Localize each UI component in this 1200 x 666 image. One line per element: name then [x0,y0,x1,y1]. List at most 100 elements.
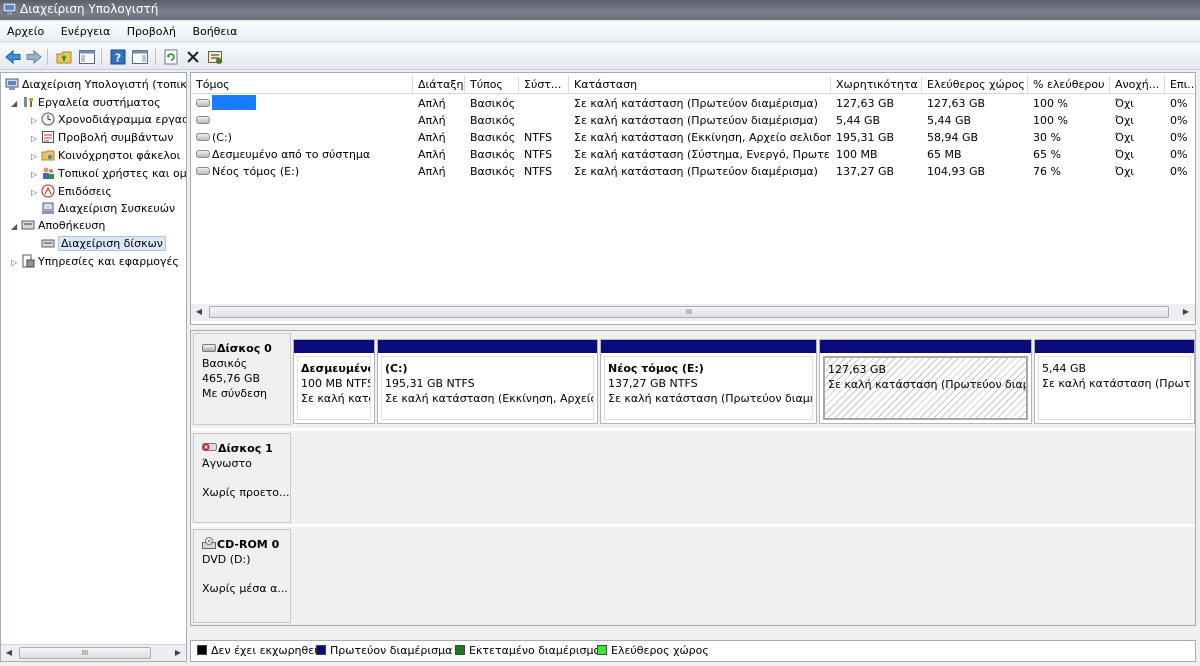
partition-block[interactable]: 5,44 GB Σε καλή κατάσταση (Πρωτε [1034,339,1195,424]
percent-free-cell: 76 % [1033,165,1061,178]
volume-horizontal-scrollbar[interactable]: ◀ III ▶ [191,304,1195,321]
disk-label[interactable]: CD-ROM 0 DVD (D:) Χωρίς μέσα α... [193,529,291,623]
help-icon[interactable]: ? [109,48,127,66]
expand-arrow-icon[interactable]: ▷ [31,112,41,130]
tree-item-event-viewer[interactable]: ▷ Προβολή συμβάντων [31,129,173,147]
scroll-right-icon[interactable]: ▶ [1181,307,1191,317]
menu-view[interactable]: Προβολή [120,22,182,38]
column-header-filesystem[interactable]: Σύστ... [519,76,569,94]
volume-name-cell: Νέος τόμος (E:) [191,163,413,180]
show-hide-tree-icon[interactable] [78,48,96,66]
device-manager-icon [42,202,54,214]
menu-action[interactable]: Ενέργεια [54,22,116,38]
partition-size: 127,63 GB [828,363,887,376]
expand-arrow-icon[interactable]: ▷ [31,184,41,202]
partition-size: 137,27 GB NTFS [608,377,698,390]
capacity-cell: 127,63 GB [836,97,895,110]
column-header-type[interactable]: Τύπος [465,76,519,94]
type-cell: Βασικός [470,131,516,144]
menu-file[interactable]: Αρχείο [0,22,50,38]
partition-type-bar [378,340,597,353]
show-hide-action-pane-icon[interactable] [131,48,149,66]
tree-item-shared-folders[interactable]: ▷ Κοινόχρηστοι φάκελοι [31,147,180,165]
tree-item-label: Τοπικοί χρήστες και ομ [58,167,187,180]
column-header-free-space[interactable]: Ελεύθερος χώρος [922,76,1028,94]
tree-item-performance[interactable]: ▷ Επιδόσεις [31,183,112,201]
column-header-capacity[interactable]: Χωρητικότητα [831,76,922,94]
tree-item-storage[interactable]: ◢ Αποθήκευση [11,217,105,235]
tree-item-system-tools[interactable]: ◢ Εργαλεία συστήματος [11,94,161,112]
fault-tolerance-cell: Όχι [1115,165,1135,178]
up-folder-icon[interactable] [55,48,73,66]
properties-icon[interactable] [206,48,224,66]
filesystem-cell: NTFS [524,148,553,161]
tree-item-computer-management[interactable]: Διαχείριση Υπολογιστή (τοπικ [5,76,186,94]
delete-icon[interactable] [184,48,202,66]
column-header-percent-free[interactable]: % ελεύθερου [1028,76,1110,94]
column-header-layout[interactable]: Διάταξη [413,76,465,94]
filesystem-cell [519,112,569,129]
partition-block-selected[interactable]: 127,63 GB Σε καλή κατάσταση (Πρωτεύον δι… [819,339,1032,424]
volume-row[interactable]: Δεσμευμένο από το σύστημα Απλή Βασικός N… [191,146,1195,163]
scroll-left-icon[interactable]: ◀ [194,307,204,317]
volume-row[interactable]: (C:) Απλή Βασικός NTFS Σε καλή κατάσταση… [191,129,1195,146]
disk-label[interactable]: Δίσκος 0 Βασικός 465,76 GB Με σύνδεση [193,333,291,425]
refresh-icon[interactable] [162,48,180,66]
menu-help[interactable]: Βοήθεια [185,22,243,38]
disk-label[interactable]: Δίσκος 1 Άγνωστο Χωρίς προετο... [193,433,291,523]
column-header-status[interactable]: Κατάσταση [569,76,831,94]
tree-item-task-scheduler[interactable]: ▷ Χρονοδιάγραμμα εργασ [31,111,186,130]
partition-name: (C:) [385,362,408,375]
tree-horizontal-scrollbar[interactable]: ◀ III ▶ [1,644,186,661]
partition-block[interactable]: Νέος τόμος (E:) 137,27 GB NTFS Σε καλή κ… [600,339,817,424]
partition-body: 5,44 GB Σε καλή κατάσταση (Πρωτε [1038,356,1191,420]
drive-icon [196,167,210,175]
scroll-left-icon[interactable]: ◀ [4,648,14,658]
tree-item-services-apps[interactable]: ▷ Υπηρεσίες και εφαρμογές [11,253,179,271]
collapse-arrow-icon[interactable]: ◢ [11,218,21,236]
overhead-cell: 0% [1170,114,1188,127]
tree-item-local-users[interactable]: ▷ Τοπικοί χρήστες και ομ [31,165,187,184]
task-scheduler-icon [41,112,55,126]
column-header-volume[interactable]: Τόμος [191,76,413,94]
partition-size: 195,31 GB NTFS [385,377,475,390]
column-header-fault-tolerance[interactable]: Ανοχή... [1110,76,1165,94]
layout-cell: Απλή [418,131,446,144]
partition-block[interactable]: (C:) 195,31 GB NTFS Σε καλή κατάσταση (Ε… [377,339,598,424]
scroll-thumb[interactable]: III [209,306,1169,318]
volume-list: Τόμος Διάταξη Τύπος Σύστ... Κατάσταση Χω… [190,72,1196,325]
legend-swatch [197,645,207,655]
tree-item-disk-management[interactable]: Διαχείριση δίσκων [41,235,166,253]
partition-block[interactable]: Δεσμευμένο 100 MB NTFS Σε καλή κατά [293,339,375,424]
svg-text:?: ? [115,52,121,65]
percent-free-cell: 100 % [1033,114,1068,127]
free-space-cell: 58,94 GB [927,131,979,144]
column-header-overhead[interactable]: Επι... [1165,76,1195,94]
legend-item-unallocated: Δεν έχει εκχωρηθεί [197,641,318,661]
fault-tolerance-cell: Όχι [1115,131,1135,144]
collapse-arrow-icon[interactable]: ◢ [11,95,21,113]
expand-arrow-icon[interactable]: ▷ [11,254,21,272]
system-tools-icon [24,97,33,107]
capacity-cell: 137,27 GB [836,165,895,178]
volume-row[interactable]: Απλή Βασικός Σε καλή κατάσταση (Πρωτεύον… [191,95,1195,112]
legend-bar: Δεν έχει εκχωρηθεί Πρωτεύον διαμέρισμα Ε… [190,640,1196,662]
volume-row[interactable]: Νέος τόμος (E:) Απλή Βασικός NTFS Σε καλ… [191,163,1195,180]
back-arrow-icon[interactable] [4,48,22,66]
expand-arrow-icon[interactable]: ▷ [31,148,41,166]
volume-name-cell: Δεσμευμένο από το σύστημα [191,146,413,163]
free-space-cell: 127,63 GB [927,97,986,110]
tree-item-device-manager[interactable]: Διαχείριση Συσκευών [41,200,175,218]
expand-arrow-icon[interactable]: ▷ [31,166,41,184]
cd-rom-icon [202,537,216,549]
scroll-thumb[interactable]: III [19,647,151,659]
percent-free-cell: 65 % [1033,148,1061,161]
forward-arrow-icon[interactable] [25,48,43,66]
volume-row[interactable]: Απλή Βασικός Σε καλή κατάσταση (Πρωτεύον… [191,112,1195,129]
type-cell: Βασικός [470,97,516,110]
expand-arrow-icon[interactable]: ▷ [31,130,41,148]
overhead-cell: 0% [1170,148,1188,161]
fault-tolerance-cell: Όχι [1115,114,1135,127]
scroll-right-icon[interactable]: ▶ [173,648,183,658]
tree-item-label: Επιδόσεις [58,185,112,198]
